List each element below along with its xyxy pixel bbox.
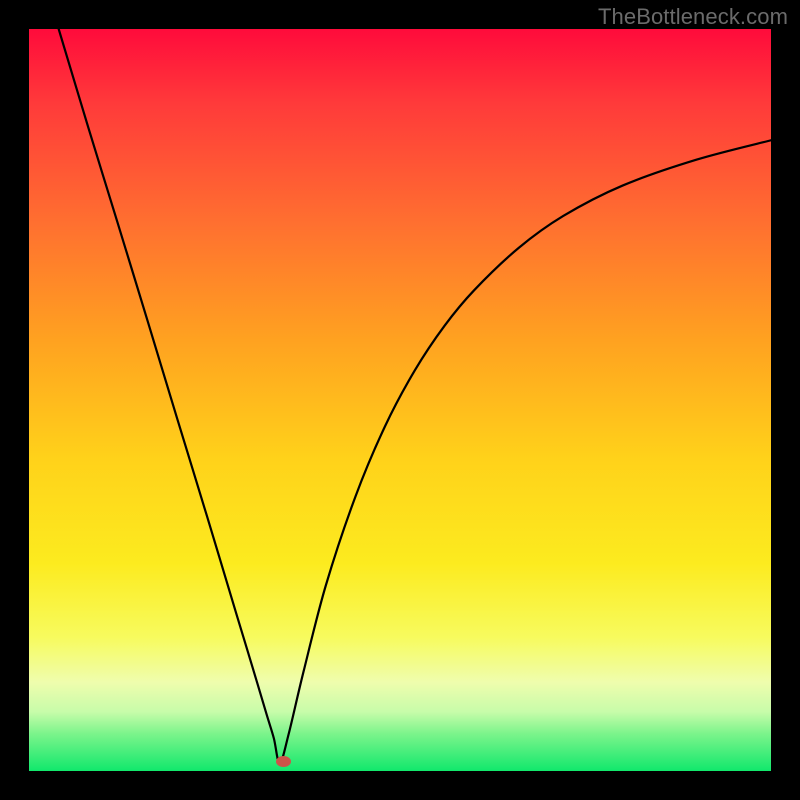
curve-layer: [29, 29, 771, 771]
chart-frame: TheBottleneck.com: [0, 0, 800, 800]
minimum-marker: [276, 756, 291, 767]
bottleneck-curve: [59, 29, 771, 764]
watermark-text: TheBottleneck.com: [598, 4, 788, 30]
